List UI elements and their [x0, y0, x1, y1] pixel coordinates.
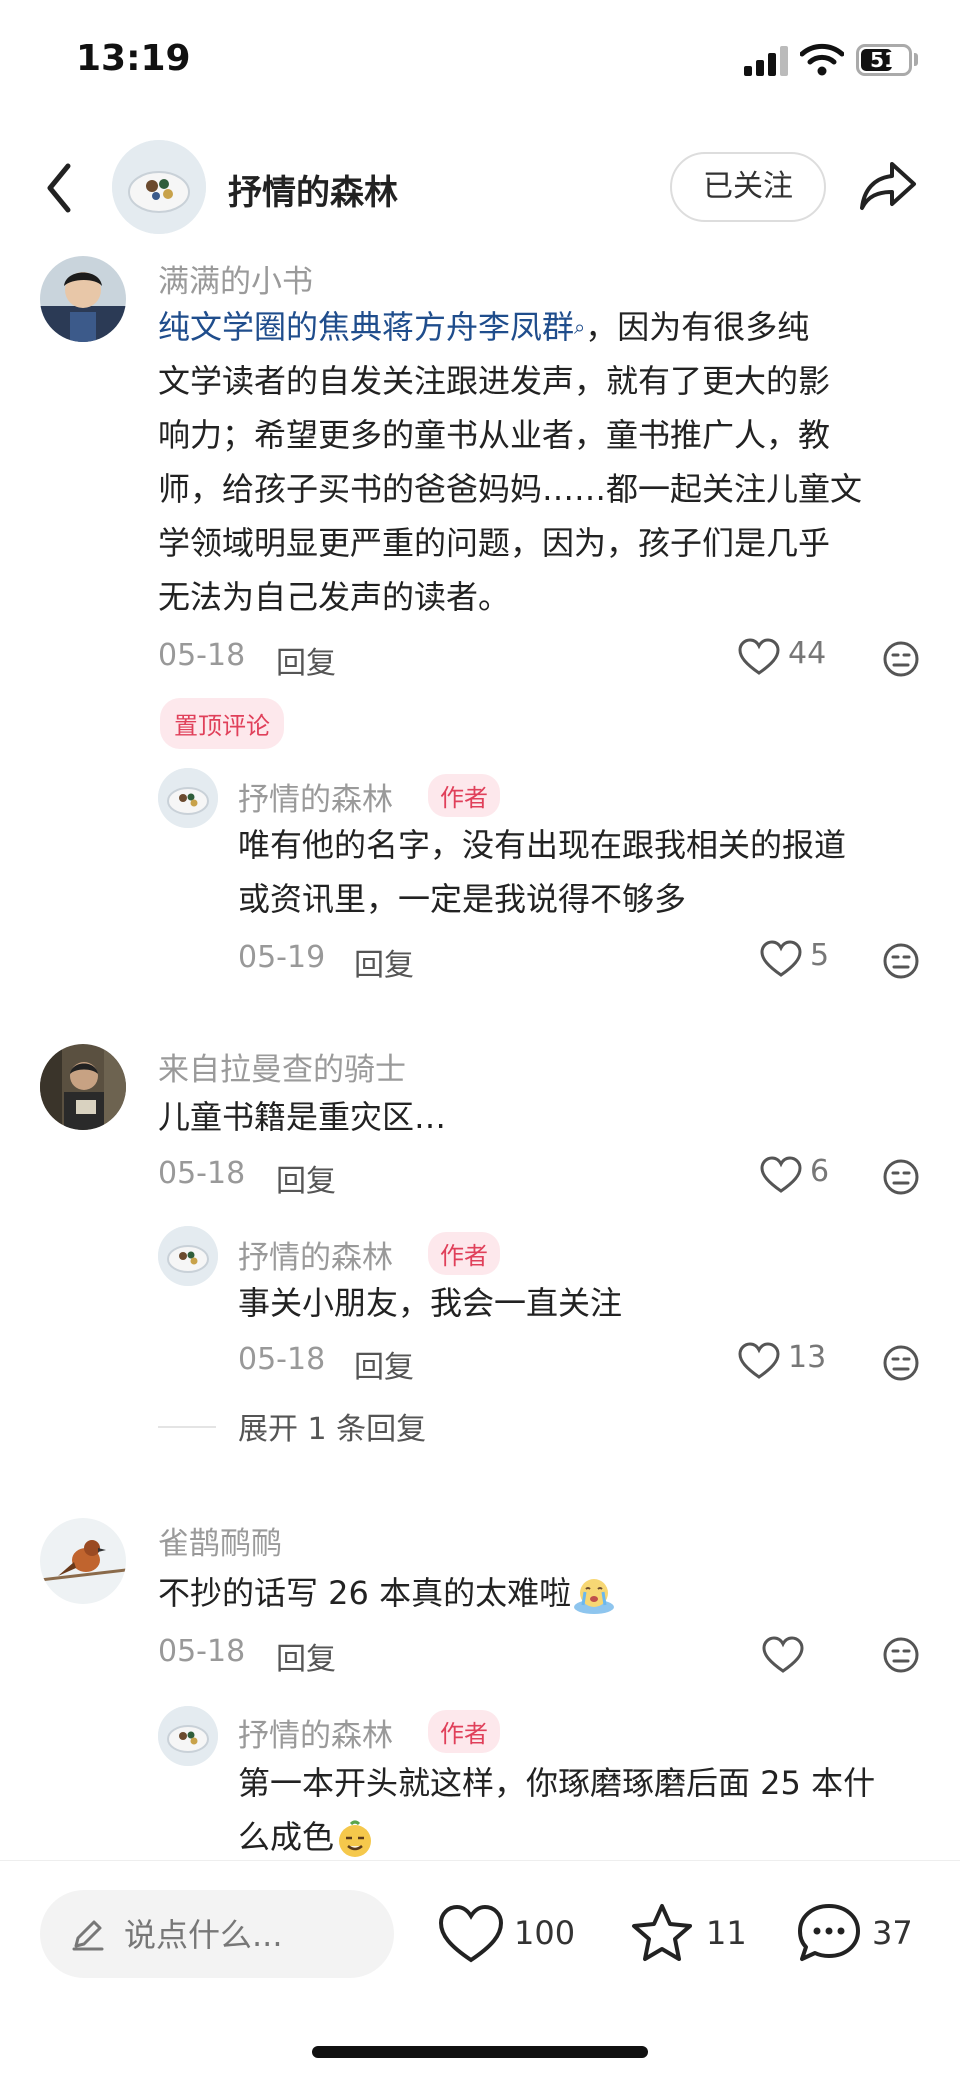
content-text: 不抄的话写 26 本真的太难啦	[158, 1574, 572, 1612]
smirk-emoji-icon	[339, 1820, 372, 1857]
heart-icon[interactable]	[762, 1636, 804, 1674]
back-icon[interactable]	[40, 160, 80, 216]
reply-button[interactable]: 回复	[354, 1342, 414, 1386]
content-line: 师，给孩子买书的爸爸妈妈……都一起关注儿童文	[158, 470, 863, 508]
signal-icon	[744, 46, 788, 76]
comment-username[interactable]: 满满的小书	[158, 256, 313, 301]
expand-replies-button[interactable]: 展开 1 条回复	[238, 1404, 426, 1448]
header-avatar[interactable]	[112, 140, 206, 234]
heart-icon[interactable]	[738, 1342, 780, 1380]
author-badge: 作者	[428, 1232, 500, 1275]
like-count: 44	[788, 636, 827, 671]
reply-avatar[interactable]	[158, 768, 218, 828]
follow-button[interactable]: 已关注	[670, 152, 826, 222]
home-indicator[interactable]	[312, 2046, 648, 2058]
comment-content: 纯文学圈的焦典蒋方舟李凤群⌕，因为有很多纯 文学读者的自发关注跟进发声，就有了更…	[158, 300, 938, 624]
heart-icon[interactable]	[438, 1904, 504, 1964]
pencil-icon	[72, 1920, 104, 1951]
dislike-icon[interactable]	[882, 1636, 920, 1674]
content-line: 唯有他的名字，没有出现在跟我相关的报道	[238, 826, 847, 864]
content-line: 文学读者的自发关注跟进发声，就有了更大的影	[158, 362, 831, 400]
keyword-link[interactable]: 纯文学圈的焦典蒋方舟李凤群	[158, 308, 574, 346]
content-line: ，因为有很多纯	[585, 308, 810, 346]
reply-date: 05-18	[238, 1342, 326, 1377]
content-line: 或资讯里，一定是我说得不够多	[238, 880, 687, 918]
reply-avatar[interactable]	[158, 1706, 218, 1766]
reply-content: 事关小朋友，我会一直关注	[238, 1284, 623, 1322]
comment-icon[interactable]	[796, 1902, 862, 1964]
reply-avatar[interactable]	[158, 1226, 218, 1286]
comment-content: 儿童书籍是重灾区…	[158, 1098, 447, 1136]
reply-date: 05-19	[238, 940, 326, 975]
battery-icon: 51	[856, 44, 912, 76]
dislike-icon[interactable]	[882, 1344, 920, 1382]
content-line: 第一本开头就这样，你琢磨琢磨后面 25 本什	[238, 1764, 876, 1802]
author-badge: 作者	[428, 774, 500, 817]
content-line: 么成色	[238, 1818, 335, 1856]
comment-input-placeholder[interactable]: 说点什么...	[124, 1910, 283, 1956]
comment-date: 05-18	[158, 1634, 246, 1669]
pinned-badge: 置顶评论	[160, 698, 284, 749]
comment-username[interactable]: 来自拉曼查的骑士	[158, 1044, 406, 1089]
battery-level: 51	[870, 48, 898, 72]
expand-divider	[158, 1426, 216, 1428]
reply-username[interactable]: 抒情的森林	[238, 1710, 393, 1755]
avatar[interactable]	[40, 1518, 126, 1604]
comment-date: 05-18	[158, 1156, 246, 1191]
avatar[interactable]	[40, 1044, 126, 1130]
reply-content: 唯有他的名字，没有出现在跟我相关的报道 或资讯里，一定是我说得不够多	[238, 818, 938, 926]
battery-cap	[914, 53, 918, 66]
reply-username[interactable]: 抒情的森林	[238, 774, 393, 819]
comment-content: 不抄的话写 26 本真的太难啦	[158, 1566, 938, 1620]
like-count: 6	[810, 1154, 830, 1189]
dislike-icon[interactable]	[882, 640, 920, 678]
bottom-divider	[0, 1860, 960, 1861]
reply-button[interactable]: 回复	[354, 940, 414, 984]
comment-username[interactable]: 雀鹊鸸鸸	[158, 1518, 282, 1563]
header-title: 抒情的森林	[228, 173, 398, 213]
reply-button[interactable]: 回复	[276, 638, 336, 682]
post-star-count: 11	[706, 1914, 747, 1952]
status-time: 13:19	[76, 38, 191, 79]
content-line: 响力；希望更多的童书从业者，童书推广人，教	[158, 416, 831, 454]
share-icon[interactable]	[858, 158, 918, 214]
heart-icon[interactable]	[760, 940, 802, 978]
post-comment-count: 37	[872, 1914, 913, 1952]
content-line: 学领域明显更严重的问题，因为，孩子们是几乎	[158, 524, 831, 562]
comment-date: 05-18	[158, 638, 246, 673]
post-like-count: 100	[514, 1914, 576, 1952]
reply-content: 第一本开头就这样，你琢磨琢磨后面 25 本什 么成色	[238, 1756, 938, 1864]
like-count: 13	[788, 1340, 827, 1375]
heart-icon[interactable]	[738, 638, 780, 676]
wifi-icon	[800, 43, 844, 76]
reply-username[interactable]: 抒情的森林	[238, 1232, 393, 1277]
star-icon[interactable]	[630, 1902, 694, 1964]
crying-emoji-icon	[574, 1579, 615, 1614]
like-count: 5	[810, 938, 830, 973]
search-icon[interactable]: ⌕	[574, 315, 585, 339]
dislike-icon[interactable]	[882, 942, 920, 980]
content-line: 无法为自己发声的读者。	[158, 578, 511, 616]
dislike-icon[interactable]	[882, 1158, 920, 1196]
author-badge: 作者	[428, 1710, 500, 1753]
reply-button[interactable]: 回复	[276, 1156, 336, 1200]
avatar[interactable]	[40, 256, 126, 342]
reply-button[interactable]: 回复	[276, 1634, 336, 1678]
heart-icon[interactable]	[760, 1156, 802, 1194]
